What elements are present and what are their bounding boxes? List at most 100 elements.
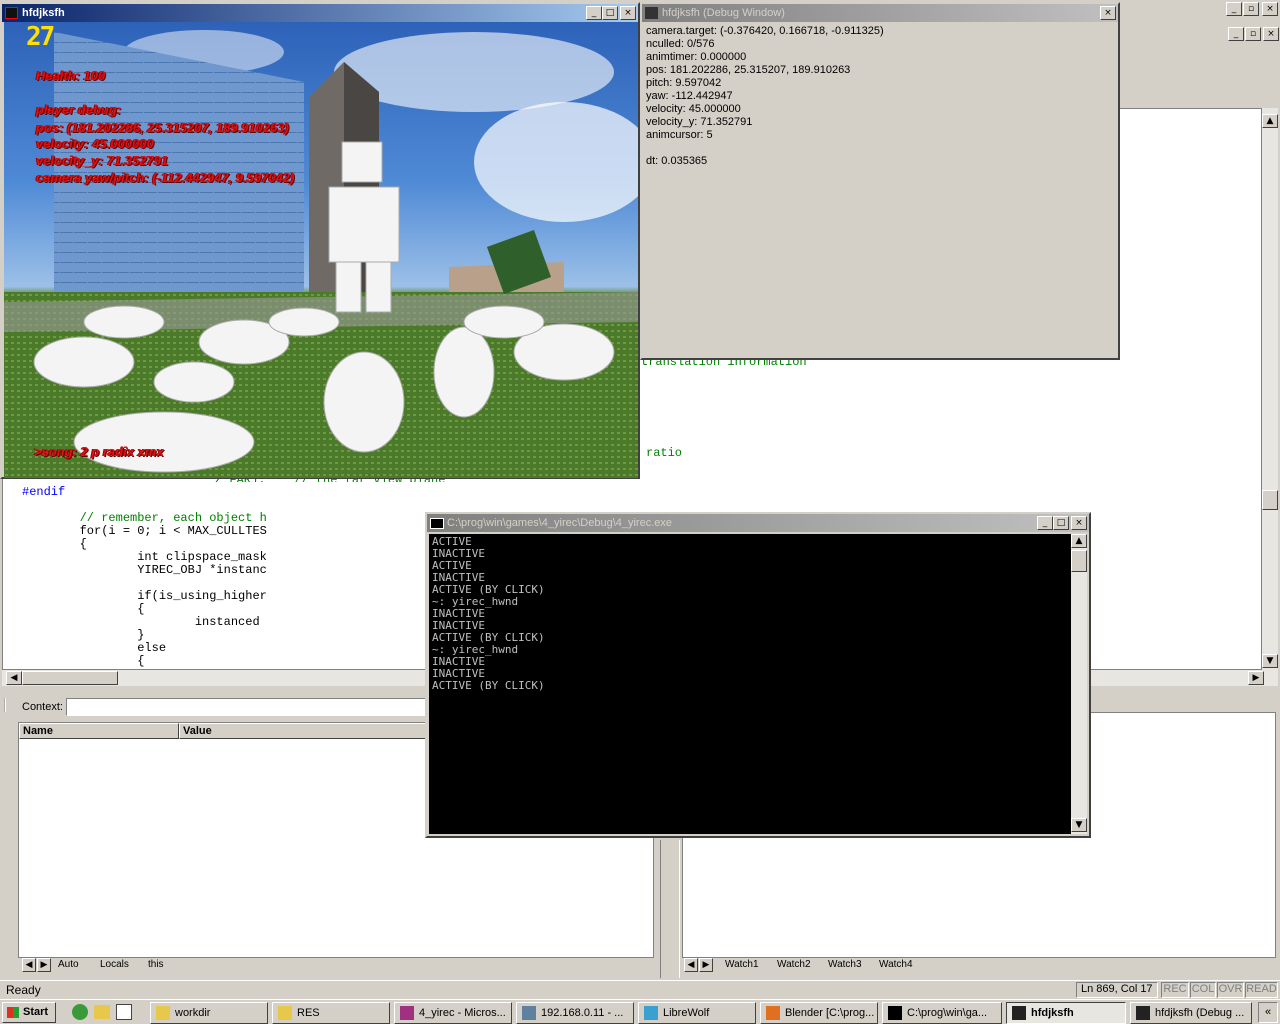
hud-debug-heading: player debug: bbox=[36, 102, 122, 117]
taskbar-button[interactable]: RES bbox=[272, 1002, 390, 1024]
taskbar-button[interactable]: 4_yirec - Micros... bbox=[394, 1002, 512, 1024]
taskbar-button[interactable]: Blender [C:\prog... bbox=[760, 1002, 878, 1024]
vars-tab-auto[interactable]: Auto bbox=[58, 959, 79, 970]
rec-indicator: REC bbox=[1161, 982, 1189, 998]
mdi-minimize-button[interactable]: _ bbox=[1228, 27, 1244, 41]
cursor-position: Ln 869, Col 17 bbox=[1076, 982, 1158, 998]
console-window[interactable]: C:\prog\win\games\4_yirec\Debug\4_yirec.… bbox=[425, 512, 1091, 838]
debug-line: animtimer: 0.000000 bbox=[646, 51, 747, 63]
windows-logo-icon bbox=[7, 1007, 19, 1018]
console-icon bbox=[430, 518, 444, 529]
game-maximize-button[interactable]: □ bbox=[602, 6, 618, 20]
hud-velocity: velocity: 45.000000 bbox=[36, 136, 154, 151]
code-line: int clipspace_mask bbox=[22, 551, 267, 564]
app-icon bbox=[5, 7, 18, 19]
console-output[interactable]: ACTIVE INACTIVE ACTIVE INACTIVE ACTIVE (BY C… bbox=[429, 534, 1071, 834]
hscroll-left-button[interactable]: ◀ bbox=[6, 671, 22, 685]
watch-tab-right-button[interactable]: ▶ bbox=[699, 958, 713, 972]
scroll-thumb[interactable] bbox=[1262, 490, 1278, 510]
debug-titlebar[interactable]: hfdjksfh (Debug Window) bbox=[642, 4, 1118, 22]
blender-icon bbox=[766, 1006, 780, 1020]
game-window[interactable]: hfdjksfh _ □ × 27 Health: 100 player deb… bbox=[0, 2, 640, 479]
debug-line: velocity_y: 71.352791 bbox=[646, 116, 753, 128]
taskbar-button-label: Blender [C:\prog... bbox=[785, 1007, 875, 1019]
watch-tab-1[interactable]: Watch1 bbox=[725, 959, 759, 970]
start-label: Start bbox=[23, 1006, 49, 1018]
debug-window[interactable]: hfdjksfh (Debug Window) × camera.target:… bbox=[640, 2, 1120, 360]
debug-line: camera.target: (-0.376420, 0.166718, -0.… bbox=[646, 25, 884, 37]
game-titlebar[interactable]: hfdjksfh bbox=[2, 4, 638, 22]
code-line: YIREC_OBJ *instanc bbox=[22, 564, 267, 577]
start-button[interactable]: Start bbox=[2, 1002, 56, 1023]
watch-tab-left-button[interactable]: ◀ bbox=[684, 958, 698, 972]
hud-health: Health: 100 bbox=[36, 68, 106, 83]
taskbar-button[interactable]: 192.168.0.11 - ... bbox=[516, 1002, 634, 1024]
ide-close-button[interactable]: × bbox=[1262, 2, 1278, 16]
hud-pos: pos: (181.202286, 25.315207, 189.910263) bbox=[36, 120, 289, 135]
debug-line: pos: 181.202286, 25.315207, 189.910263 bbox=[646, 64, 851, 76]
console-line: ACTIVE (BY CLICK) bbox=[432, 679, 545, 692]
code-line: { bbox=[22, 603, 145, 616]
console-titlebar[interactable]: C:\prog\win\games\4_yirec\Debug\4_yirec.… bbox=[427, 514, 1089, 532]
col-indicator: COL bbox=[1190, 982, 1216, 998]
mdi-close-button[interactable]: × bbox=[1263, 27, 1279, 41]
taskbar-button-label: RES bbox=[297, 1007, 320, 1019]
game-minimize-button[interactable]: _ bbox=[586, 6, 602, 20]
vars-tab-right-button[interactable]: ▶ bbox=[37, 958, 51, 972]
vars-tab-locals[interactable]: Locals bbox=[100, 959, 129, 970]
mdi-restore-button[interactable]: ▫ bbox=[1245, 27, 1261, 41]
debug-close-button[interactable]: × bbox=[1100, 6, 1116, 20]
ide-restore-button[interactable]: ▫ bbox=[1243, 2, 1259, 16]
watch-tab-4[interactable]: Watch4 bbox=[879, 959, 913, 970]
taskbar-button-label: LibreWolf bbox=[663, 1007, 710, 1019]
debug-line: pitch: 9.597042 bbox=[646, 77, 722, 89]
scroll-down-button[interactable]: ▼ bbox=[1262, 654, 1278, 668]
code-line: #endif bbox=[22, 486, 66, 499]
hud-camera: camera yaw/pitch: (-112.442947, 9.597042… bbox=[36, 170, 295, 185]
console-scroll-thumb[interactable] bbox=[1071, 550, 1087, 572]
taskbar-button-label: C:\prog\win\ga... bbox=[907, 1007, 988, 1019]
ide-minimize-button[interactable]: _ bbox=[1226, 2, 1242, 16]
scroll-up-button[interactable]: ▲ bbox=[1262, 114, 1278, 128]
debug-line: velocity: 45.000000 bbox=[646, 103, 741, 115]
code-line: instanced bbox=[22, 616, 260, 629]
pane-splitter[interactable] bbox=[660, 840, 680, 978]
watch-tab-3[interactable]: Watch3 bbox=[828, 959, 862, 970]
ovr-indicator: OVR bbox=[1217, 982, 1244, 998]
console-minimize-button[interactable]: _ bbox=[1037, 516, 1053, 530]
console-maximize-button[interactable]: □ bbox=[1053, 516, 1069, 530]
devstudio-icon bbox=[400, 1006, 414, 1020]
hscroll-right-button[interactable]: ▶ bbox=[1248, 671, 1264, 685]
game-viewport[interactable]: 27 Health: 100 player debug: pos: (181.2… bbox=[4, 22, 638, 478]
taskbar-button-label: hfdjksfh bbox=[1031, 1007, 1074, 1019]
taskbar-button[interactable]: workdir bbox=[150, 1002, 268, 1024]
console-close-button[interactable]: × bbox=[1071, 516, 1087, 530]
quicklaunch-refresh-icon[interactable] bbox=[72, 1004, 88, 1020]
taskbar-button[interactable]: hfdjksfh (Debug ... bbox=[1130, 1002, 1252, 1024]
quicklaunch-edit-icon[interactable] bbox=[116, 1004, 132, 1020]
console-scroll-up-button[interactable]: ▲ bbox=[1071, 534, 1087, 548]
taskbar-button[interactable]: C:\prog\win\ga... bbox=[882, 1002, 1002, 1024]
hscroll-thumb[interactable] bbox=[22, 671, 118, 685]
pane-grip[interactable] bbox=[4, 698, 14, 712]
debug-line: yaw: -112.442947 bbox=[646, 90, 733, 102]
code-vscrollbar[interactable]: ▲ ▼ bbox=[1262, 108, 1278, 670]
game-close-button[interactable]: × bbox=[620, 6, 636, 20]
code-line: if(is_using_higher bbox=[22, 590, 267, 603]
context-dropdown[interactable] bbox=[66, 698, 426, 716]
hud-velocity-y: velocity_y: 71.352791 bbox=[36, 153, 169, 168]
game-scene bbox=[4, 30, 638, 478]
vars-tab-this[interactable]: this bbox=[148, 959, 164, 970]
app-icon bbox=[1136, 1006, 1150, 1020]
debug-line: animcursor: 5 bbox=[646, 129, 713, 141]
taskbar-button[interactable]: LibreWolf bbox=[638, 1002, 756, 1024]
taskbar-button[interactable]: hfdjksfh bbox=[1006, 1002, 1126, 1024]
tray-arrow-icon[interactable]: « bbox=[1258, 1002, 1278, 1023]
console-scrollbar[interactable]: ▲ ▼ bbox=[1071, 534, 1087, 834]
watch-tab-2[interactable]: Watch2 bbox=[777, 959, 811, 970]
console-scroll-down-button[interactable]: ▼ bbox=[1071, 818, 1087, 832]
game-title: hfdjksfh bbox=[22, 7, 65, 19]
column-header-name[interactable]: Name bbox=[19, 723, 179, 739]
vars-tab-left-button[interactable]: ◀ bbox=[22, 958, 36, 972]
quicklaunch-folder-icon[interactable] bbox=[94, 1005, 110, 1019]
